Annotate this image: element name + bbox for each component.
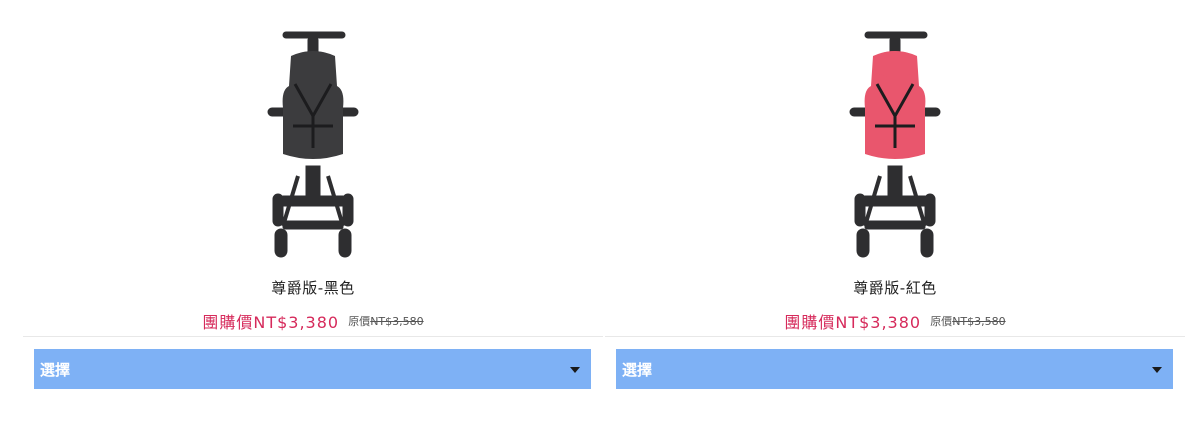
select-label: 選擇 [40,361,71,379]
product-grid: 尊爵版-黑色 團購價NT$3,380 原價NT$3,580 選擇 尊爵版-紅色 … [0,0,1200,422]
select-label: 選擇 [622,361,653,379]
product-image-stroller-black[interactable] [253,26,373,261]
group-price: 團購價NT$3,380 [784,313,922,332]
original-price-label: 原價 [348,315,371,328]
price-row: 團購價NT$3,380 原價NT$3,580 [23,309,603,333]
price-row: 團購價NT$3,380 原價NT$3,580 [605,309,1185,333]
product-card: 尊爵版-黑色 團購價NT$3,380 原價NT$3,580 選擇 [23,0,603,422]
product-card: 尊爵版-紅色 團購價NT$3,380 原價NT$3,580 選擇 [605,0,1185,422]
product-title: 尊爵版-黑色 [271,279,355,297]
caret-down-icon [1152,367,1162,373]
stroller-icon [267,31,359,258]
product-image-stroller-red[interactable] [835,26,955,261]
option-select[interactable]: 選擇 [616,349,1173,389]
divider [605,336,1185,337]
original-price: NT$3,580 [370,315,424,328]
option-select[interactable]: 選擇 [34,349,591,389]
product-title: 尊爵版-紅色 [853,279,937,297]
stroller-icon [849,31,941,258]
original-price-label: 原價 [930,315,953,328]
original-price: NT$3,580 [952,315,1006,328]
group-price: 團購價NT$3,380 [202,313,340,332]
divider [23,336,603,337]
caret-down-icon [570,367,580,373]
